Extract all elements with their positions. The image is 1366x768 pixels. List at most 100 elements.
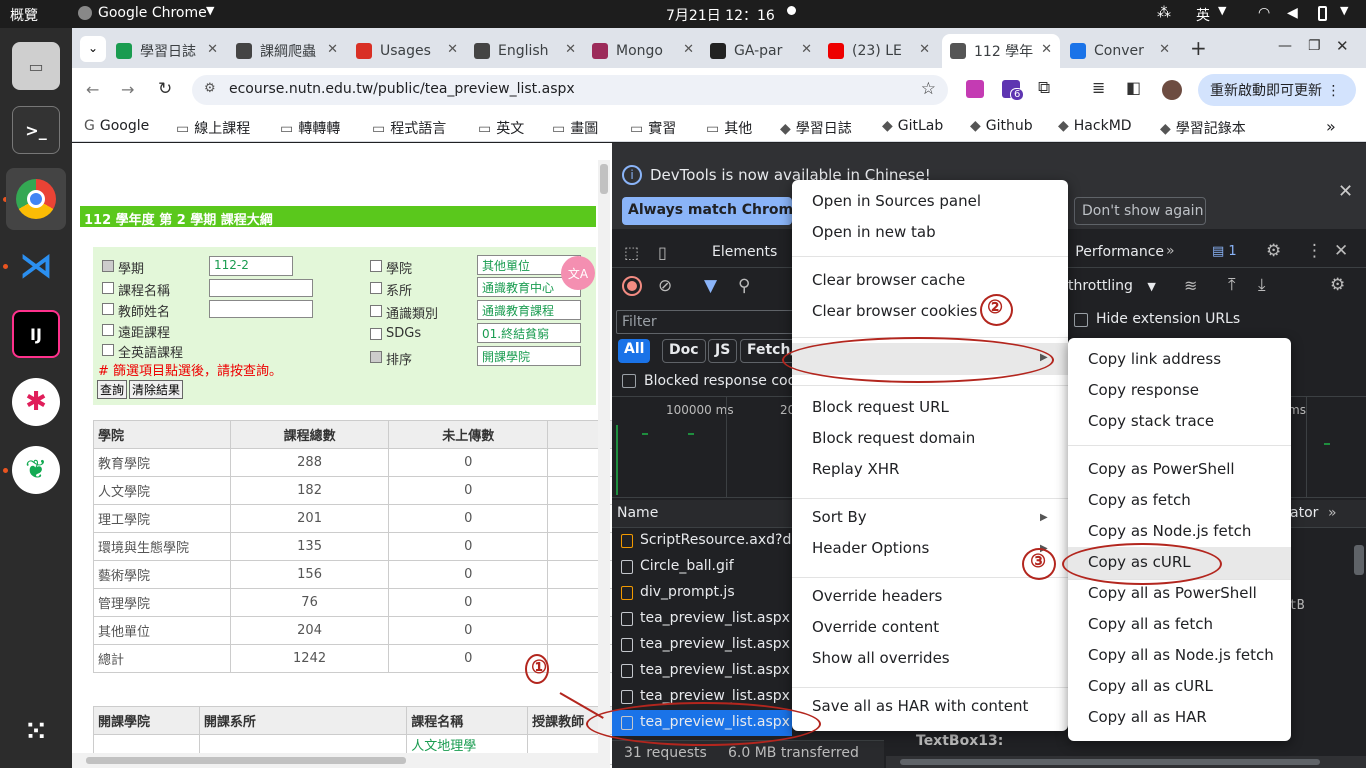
extensions-puzzle-icon[interactable]: ⧉ xyxy=(1038,78,1050,98)
maximize-button[interactable]: ❐ xyxy=(1308,38,1321,54)
context-menu-item[interactable]: Open in Sources panel xyxy=(812,192,981,210)
clock[interactable]: 7月21日 12：16 xyxy=(666,5,775,25)
more-tabs-icon[interactable]: » xyxy=(1166,243,1175,259)
browser-tab[interactable]: Conver ✕ xyxy=(1062,34,1178,68)
bookmark-item[interactable]: ◆ HackMD xyxy=(1058,118,1132,134)
bookmark-item[interactable]: ▭ 其他 xyxy=(706,118,752,138)
network-request-row[interactable]: tea_preview_list.aspx xyxy=(612,632,792,658)
close-tab-icon[interactable]: ✕ xyxy=(801,42,812,57)
battery-icon[interactable] xyxy=(1318,6,1327,21)
copy-submenu-item[interactable]: Copy all as PowerShell xyxy=(1088,584,1257,602)
blocked-cookies-checkbox[interactable] xyxy=(622,374,636,388)
terminal-icon[interactable]: >_ xyxy=(12,106,60,154)
relaunch-update-button[interactable]: 重新啟動即可更新 ⋮ xyxy=(1198,74,1356,106)
browser-tab[interactable]: GA-par ✕ xyxy=(702,34,820,68)
browser-tab[interactable]: 課綱爬蟲 ✕ xyxy=(228,34,346,68)
forward-button[interactable]: → xyxy=(121,80,134,99)
search-icon[interactable]: ⚲ xyxy=(738,276,750,296)
address-bar[interactable]: ⚙ ecourse.nutn.edu.tw/public/tea_preview… xyxy=(192,75,948,105)
type-filter-chip[interactable]: JS xyxy=(708,339,738,363)
bookmark-item[interactable]: ▭ 實習 xyxy=(630,118,676,138)
network-settings-icon[interactable]: ⚙ xyxy=(1330,275,1345,295)
filter-text-input[interactable] xyxy=(209,300,313,318)
filter-checkbox[interactable] xyxy=(102,260,114,272)
filter-checkbox[interactable] xyxy=(370,328,382,340)
horizontal-scrollbar[interactable] xyxy=(72,753,600,768)
browser-tab[interactable]: Mongo ✕ xyxy=(584,34,702,68)
bookmark-item[interactable]: ▭ 轉轉轉 xyxy=(280,118,340,138)
browser-tab[interactable]: (23) LE ✕ xyxy=(820,34,938,68)
avatar[interactable] xyxy=(1162,80,1182,100)
tab-performance[interactable]: Performance xyxy=(1068,244,1164,260)
input-method[interactable]: 英 xyxy=(1196,5,1210,25)
issues-counter[interactable]: ▤ 1 xyxy=(1212,244,1237,259)
bookmark-item[interactable]: ◆ Github xyxy=(970,118,1033,134)
export-har-icon[interactable]: ⤓ xyxy=(1258,275,1266,295)
copy-submenu-item[interactable]: Copy response xyxy=(1088,381,1199,399)
copy-submenu-item[interactable]: Copy stack trace xyxy=(1088,412,1214,430)
always-match-button[interactable]: Always match Chrome's xyxy=(622,197,792,225)
vscode-icon[interactable]: ⋊ xyxy=(12,242,60,290)
throttling-select[interactable]: throttling ▼ xyxy=(1068,278,1156,294)
media-controls-icon[interactable]: ≣ xyxy=(1092,78,1105,97)
import-har-icon[interactable]: ⤒ xyxy=(1228,275,1236,295)
bookmark-item[interactable]: ◆ 學習日誌 xyxy=(780,118,852,138)
clear-results-button[interactable]: 清除結果 xyxy=(129,380,184,399)
bookmark-item[interactable]: ▭ 英文 xyxy=(478,118,524,138)
filter-checkbox[interactable] xyxy=(102,344,114,356)
context-menu-item[interactable]: Override headers xyxy=(812,587,942,605)
filter-checkbox[interactable] xyxy=(102,303,114,315)
browser-tab[interactable]: 學習日誌 ✕ xyxy=(108,34,226,68)
filter-select[interactable]: 通識教育課程 xyxy=(477,300,581,320)
context-menu-item[interactable]: Block request domain xyxy=(812,429,975,447)
settings-gear-icon[interactable]: ⚙ xyxy=(1266,241,1281,261)
close-devtools-icon[interactable]: ✕ xyxy=(1334,241,1348,261)
context-menu-item[interactable]: Block request URL xyxy=(812,398,949,416)
context-menu-item[interactable]: Override content xyxy=(812,618,939,636)
copy-submenu-item[interactable]: Copy as fetch xyxy=(1088,491,1191,509)
filter-checkbox[interactable] xyxy=(102,282,114,294)
app-menu[interactable]: Google Chrome xyxy=(98,5,207,21)
initiator-column-header[interactable]: ator xyxy=(1290,505,1318,521)
translate-extension-icon[interactable] xyxy=(966,80,984,98)
response-scrollbar[interactable] xyxy=(1354,545,1364,575)
site-info-icon[interactable]: ⚙ xyxy=(204,81,216,96)
more-bookmarks-icon[interactable]: » xyxy=(1326,117,1336,136)
reload-button[interactable]: ↻ xyxy=(158,79,172,99)
dont-show-again-button[interactable]: Don't show again xyxy=(1074,197,1206,225)
filter-icon[interactable]: ▼ xyxy=(704,276,717,296)
show-apps-icon[interactable]: ⁙ xyxy=(12,708,60,756)
close-tab-icon[interactable]: ✕ xyxy=(919,42,930,57)
back-button[interactable]: ← xyxy=(86,80,99,99)
close-tab-icon[interactable]: ✕ xyxy=(683,42,694,57)
activities-button[interactable]: 概覽 xyxy=(10,5,38,25)
type-filter-chip[interactable]: Doc xyxy=(662,339,706,363)
context-menu-item[interactable]: Save all as HAR with content xyxy=(812,697,1028,715)
filter-text-input[interactable] xyxy=(209,279,313,297)
network-request-row[interactable]: tea_preview_list.aspx xyxy=(612,606,792,632)
hide-ext-checkbox[interactable] xyxy=(1074,313,1088,327)
bookmark-star-icon[interactable]: ☆ xyxy=(921,79,936,99)
tab-elements[interactable]: Elements xyxy=(712,244,777,260)
new-tab-button[interactable]: + xyxy=(1190,36,1207,60)
context-menu-item[interactable]: Open in new tab xyxy=(812,223,936,241)
record-icon[interactable] xyxy=(622,276,642,296)
filter-select[interactable]: 開課學院 xyxy=(477,346,581,366)
bookmark-item[interactable]: ▭ 程式語言 xyxy=(372,118,446,138)
vertical-scrollbar[interactable] xyxy=(598,160,610,768)
context-menu-item[interactable]: Clear browser cookies xyxy=(812,302,977,320)
context-menu-item[interactable]: Sort By xyxy=(812,508,867,526)
close-banner-icon[interactable]: ✕ xyxy=(1338,181,1353,202)
filter-checkbox[interactable] xyxy=(370,260,382,272)
copy-submenu-item[interactable]: Copy as Node.js fetch xyxy=(1088,522,1251,540)
more-columns-icon[interactable]: » xyxy=(1328,505,1337,521)
type-filter-chip[interactable]: All xyxy=(618,339,651,363)
wifi-icon[interactable]: ◠ xyxy=(1258,5,1270,21)
more-options-icon[interactable]: ⋮ xyxy=(1306,241,1323,261)
clear-icon[interactable]: ⊘ xyxy=(658,276,672,296)
network-icon[interactable]: ⁂ xyxy=(1157,5,1171,21)
copy-submenu-item[interactable]: Copy all as Node.js fetch xyxy=(1088,646,1274,664)
context-menu-item[interactable]: Clear browser cache xyxy=(812,271,965,289)
context-menu-item[interactable]: Replay XHR xyxy=(812,460,899,478)
mongodb-compass-icon[interactable]: ❦ xyxy=(12,446,60,494)
